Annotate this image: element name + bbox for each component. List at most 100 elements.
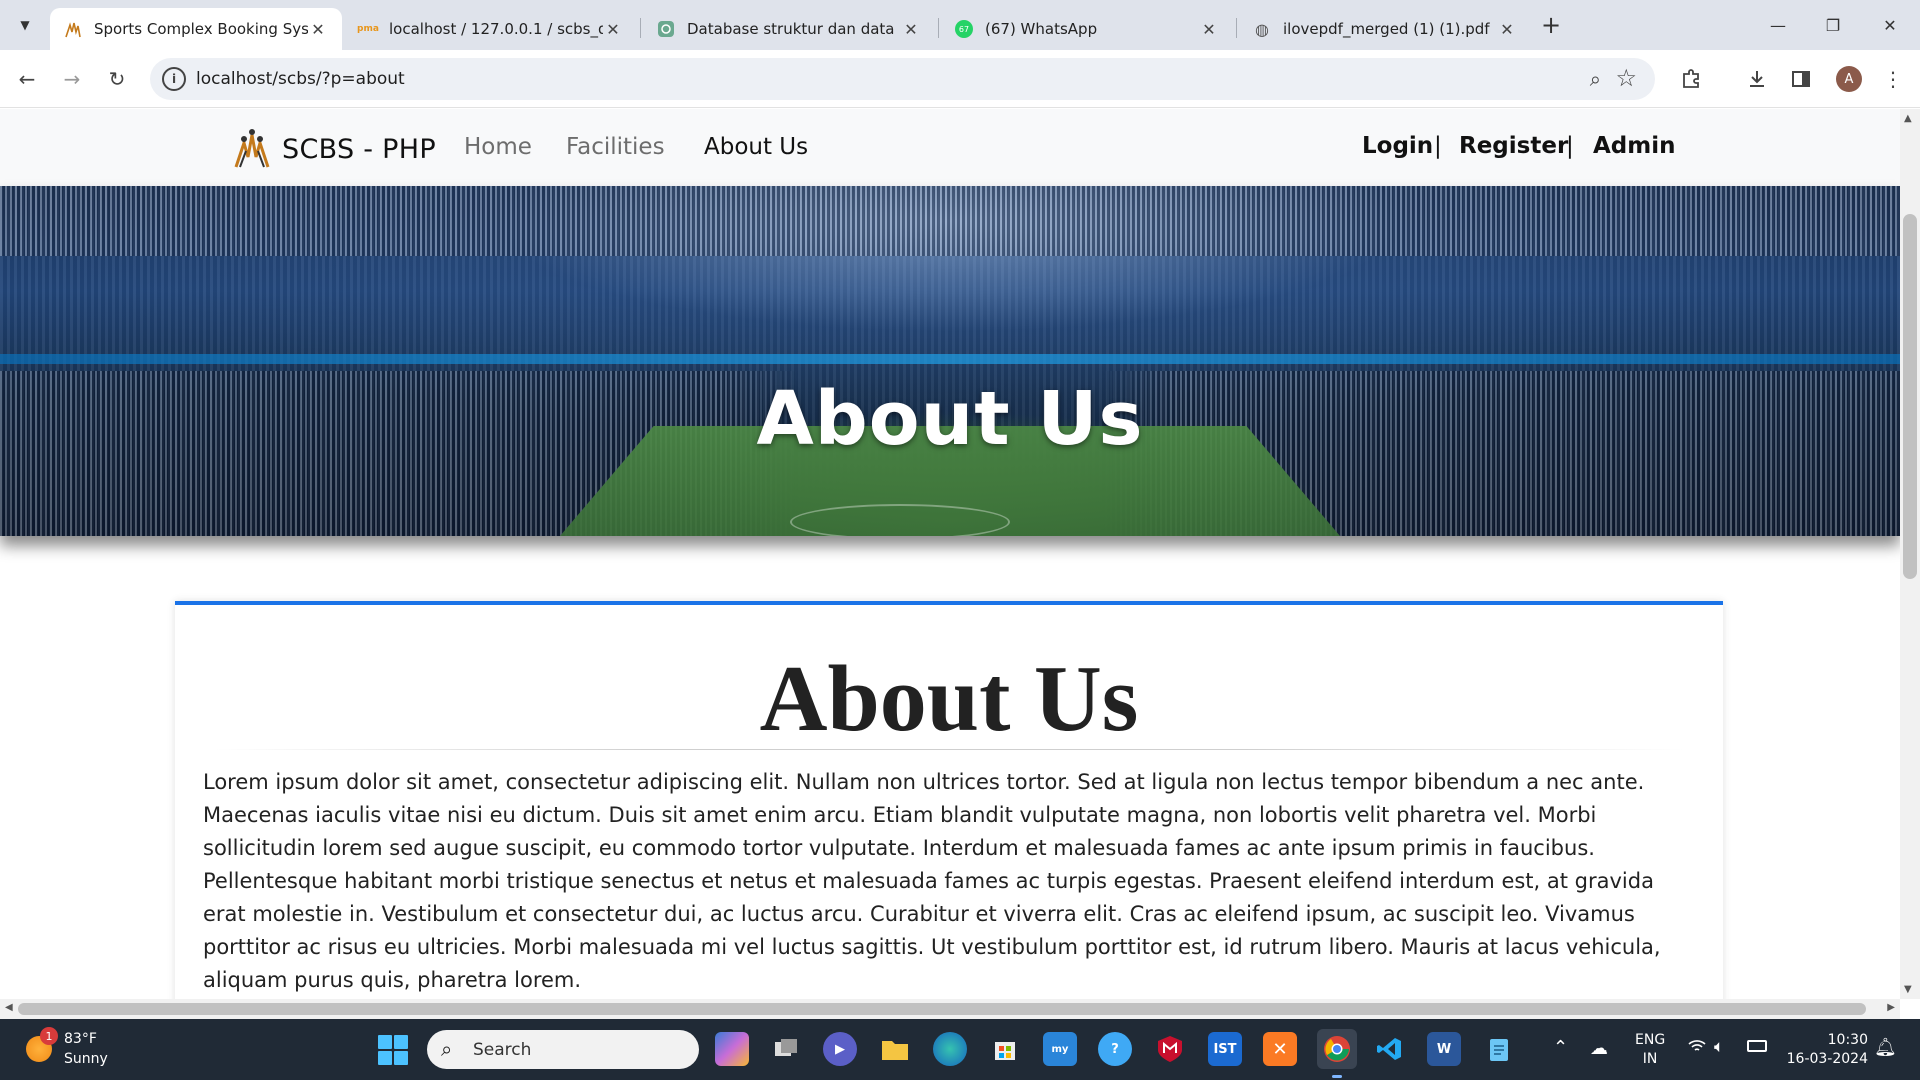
xampp-icon[interactable]: ✕ — [1263, 1032, 1297, 1066]
close-window-button[interactable]: ✕ — [1870, 10, 1910, 40]
back-button[interactable]: ← — [10, 62, 44, 96]
vertical-scrollbar[interactable]: ▲ ▼ — [1900, 109, 1920, 999]
windows-taskbar: 1 83°F Sunny ⌕ Search ▶ my ? IST ✕ W ⌃ ☁… — [0, 1019, 1920, 1080]
input-language[interactable]: ENG IN — [1635, 1031, 1665, 1069]
scroll-down-icon[interactable]: ▼ — [1904, 984, 1912, 995]
site-info-icon[interactable]: i — [162, 67, 186, 91]
phpmyadmin-icon: pma — [357, 24, 379, 34]
scbs-logo-icon — [64, 20, 82, 38]
weather-temp[interactable]: 83°F — [64, 1031, 97, 1047]
copilot-icon[interactable] — [715, 1032, 749, 1066]
address-bar[interactable]: i localhost/scbs/?p=about ⌕ ☆ — [150, 58, 1655, 100]
tab-sports-complex[interactable]: Sports Complex Booking System ✕ — [50, 8, 342, 50]
scroll-up-icon[interactable]: ▲ — [1904, 113, 1912, 124]
tab-title: ilovepdf_merged (1) (1).pdf — [1283, 20, 1490, 38]
nav-home[interactable]: Home — [464, 134, 532, 160]
reload-button[interactable]: ↻ — [100, 62, 134, 96]
menu-kebab-icon[interactable]: ⋮ — [1876, 62, 1910, 96]
tab-divider — [1236, 18, 1237, 38]
mcafee-icon[interactable] — [1153, 1032, 1187, 1066]
nav-about-us[interactable]: About Us — [704, 134, 808, 160]
brand[interactable]: SCBS - PHP — [232, 129, 436, 169]
bookmark-star-icon[interactable]: ☆ — [1615, 64, 1637, 92]
scroll-left-icon[interactable]: ◀ — [5, 1002, 13, 1013]
tab-search-button[interactable]: ▼ — [10, 10, 40, 40]
windows-start-icon[interactable] — [378, 1035, 408, 1065]
tab-pdf[interactable]: ◍ ilovepdf_merged (1) (1).pdf ✕ — [1239, 8, 1531, 50]
stadium-ad-band — [0, 354, 1900, 364]
mysql-icon[interactable]: my — [1043, 1032, 1077, 1066]
divider — [215, 749, 1685, 750]
globe-icon: ◍ — [1255, 19, 1269, 39]
weather-badge: 1 — [40, 1027, 58, 1045]
scroll-right-icon[interactable]: ▶ — [1887, 1002, 1895, 1013]
download-icon[interactable] — [1740, 62, 1774, 96]
xampp-help-icon[interactable]: ? — [1098, 1032, 1132, 1066]
hero-banner: About Us — [0, 186, 1900, 536]
extensions-icon[interactable] — [1674, 62, 1708, 96]
site-navbar: SCBS - PHP Home Facilities About Us Logi… — [0, 109, 1900, 186]
minimize-button[interactable]: — — [1758, 10, 1798, 40]
card-title: About Us — [759, 647, 1139, 751]
language-region: IN — [1642, 1051, 1658, 1067]
clock-date: 16-03-2024 — [1786, 1051, 1868, 1067]
search-label: Search — [473, 1040, 532, 1060]
notepad-icon[interactable] — [1482, 1032, 1516, 1066]
tab-divider — [938, 18, 939, 38]
nav-facilities[interactable]: Facilities — [566, 134, 665, 160]
side-panel-icon[interactable] — [1784, 62, 1818, 96]
onedrive-cloud-icon[interactable]: ☁ — [1590, 1038, 1608, 1059]
zoom-icon[interactable]: ⌕ — [1590, 67, 1601, 91]
close-icon[interactable]: ✕ — [308, 20, 328, 39]
close-icon[interactable]: ✕ — [1199, 20, 1219, 39]
file-explorer-icon[interactable] — [878, 1032, 912, 1066]
page-viewport: SCBS - PHP Home Facilities About Us Logi… — [0, 109, 1900, 999]
meet-icon[interactable]: ▶ — [823, 1032, 857, 1066]
active-indicator — [1332, 1075, 1342, 1078]
ist-icon[interactable]: IST — [1208, 1032, 1242, 1066]
tab-title: (67) WhatsApp — [985, 20, 1098, 38]
tab-chatgpt[interactable]: Database struktur dan data ✕ — [643, 8, 935, 50]
volume-icon[interactable]: 🔈︎ — [1714, 1037, 1724, 1057]
tab-whatsapp[interactable]: 67 (67) WhatsApp ✕ — [941, 8, 1233, 50]
login-link[interactable]: Login — [1362, 133, 1433, 159]
close-icon[interactable]: ✕ — [901, 20, 921, 39]
task-view-icon[interactable] — [769, 1032, 803, 1066]
show-hidden-icons-chevron-icon[interactable]: ⌃ — [1553, 1037, 1568, 1058]
store-icon[interactable] — [988, 1032, 1022, 1066]
close-icon[interactable]: ✕ — [1497, 20, 1517, 39]
admin-link[interactable]: Admin — [1593, 133, 1676, 159]
notification-bell-icon[interactable]: 🔔︎ — [1874, 1037, 1897, 1058]
chatgpt-icon — [657, 20, 675, 38]
horizontal-scrollbar[interactable]: ◀ ▶ — [0, 999, 1900, 1019]
hero-title: About Us — [756, 376, 1144, 462]
vscode-icon[interactable] — [1372, 1032, 1406, 1066]
register-link[interactable]: Register — [1459, 133, 1568, 159]
close-icon[interactable]: ✕ — [603, 20, 623, 39]
scrollbar-thumb[interactable] — [18, 1003, 1866, 1015]
restore-button[interactable]: ❐ — [1813, 10, 1853, 40]
wifi-icon[interactable] — [1688, 1038, 1706, 1058]
brand-name: SCBS - PHP — [282, 133, 436, 165]
chrome-icon[interactable] — [1317, 1029, 1357, 1078]
battery-icon[interactable] — [1747, 1040, 1767, 1052]
tab-title: Database struktur dan data — [687, 20, 895, 38]
about-paragraph: Lorem ipsum dolor sit amet, consectetur … — [203, 770, 1661, 992]
url-text[interactable]: localhost/scbs/?p=about — [196, 69, 405, 89]
new-tab-button[interactable]: + — [1541, 12, 1561, 38]
taskbar-search[interactable]: ⌕ Search — [427, 1030, 699, 1069]
search-icon: ⌕ — [441, 1037, 453, 1061]
tab-title: localhost / 127.0.0.1 / scbs_db / — [389, 20, 603, 38]
system-clock[interactable]: 10:30 16-03-2024 — [1784, 1031, 1868, 1069]
word-icon[interactable]: W — [1427, 1032, 1461, 1066]
pitch-centre-circle — [790, 504, 1010, 536]
browser-tab-strip: ▼ Sports Complex Booking System ✕ pma lo… — [0, 0, 1920, 50]
weather-desc[interactable]: Sunny — [64, 1051, 108, 1067]
language-code: ENG — [1635, 1032, 1666, 1048]
forward-button[interactable]: → — [55, 62, 89, 96]
whatsapp-icon: 67 — [955, 20, 973, 38]
edge-icon[interactable] — [933, 1032, 967, 1066]
tab-phpmyadmin[interactable]: pma localhost / 127.0.0.1 / scbs_db / ✕ — [345, 8, 637, 50]
profile-avatar[interactable]: A — [1836, 66, 1862, 92]
scrollbar-thumb[interactable] — [1903, 214, 1917, 579]
